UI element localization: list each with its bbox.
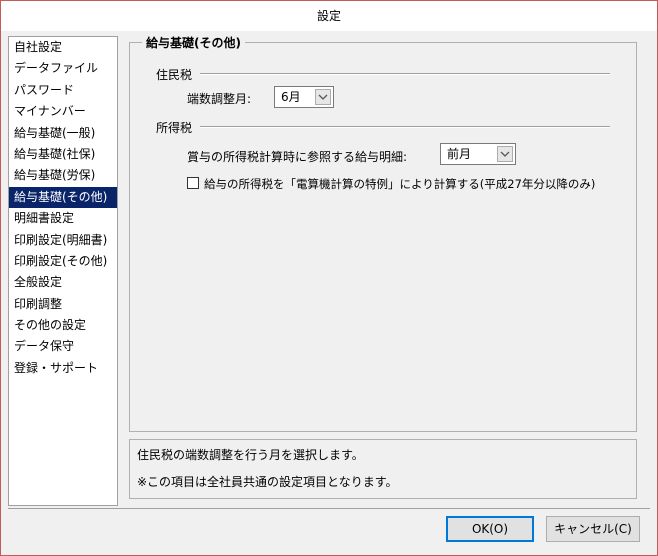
sidebar-item[interactable]: 給与基礎(社保) <box>9 144 117 165</box>
description-panel: 住民税の端数調整を行う月を選択します。 ※この項目は全社員共通の設定項目となりま… <box>129 439 637 499</box>
sidebar-item[interactable]: 全般設定 <box>9 272 117 293</box>
settings-sidebar[interactable]: 自社設定 データファイル パスワード マイナンバー 給与基礎(一般) 給与基礎(社保) 給与… <box>8 36 118 506</box>
sidebar-item[interactable]: 明細書設定 <box>9 208 117 229</box>
sidebar-item[interactable]: データファイル <box>9 58 117 79</box>
sidebar-item[interactable]: パスワード <box>9 80 117 101</box>
chevron-down-icon[interactable] <box>315 89 331 105</box>
bonus-reference-value: 前月 <box>447 147 472 161</box>
special-calc-label[interactable]: 給与の所得税を「電算機計算の特例」により計算する(平成27年分以降のみ) <box>204 176 595 192</box>
resident-tax-divider <box>200 73 610 75</box>
bonus-reference-select[interactable]: 前月 <box>440 143 516 165</box>
sidebar-item[interactable]: 自社設定 <box>9 37 117 58</box>
sidebar-item[interactable]: マイナンバー <box>9 101 117 122</box>
income-tax-section-label: 所得税 <box>156 119 197 136</box>
rounding-month-label: 端数調整月: <box>187 92 252 106</box>
income-tax-divider <box>200 126 610 128</box>
sidebar-item[interactable]: その他の設定 <box>9 315 117 336</box>
cancel-button[interactable]: キャンセル(C) <box>546 516 640 542</box>
description-line-1: 住民税の端数調整を行う月を選択します。 <box>137 448 364 462</box>
sidebar-item[interactable]: 印刷設定(その他) <box>9 251 117 272</box>
sidebar-item[interactable]: データ保守 <box>9 336 117 357</box>
special-calc-checkbox[interactable] <box>187 177 199 189</box>
rounding-month-select[interactable]: 6月 <box>274 86 334 108</box>
sidebar-item[interactable]: 給与基礎(その他) <box>9 186 117 209</box>
description-line-2: ※この項目は全社員共通の設定項目となります。 <box>137 475 398 489</box>
footer-divider <box>8 508 650 509</box>
resident-tax-section-label: 住民税 <box>156 66 197 83</box>
ok-button[interactable]: OK(O) <box>446 516 534 542</box>
chevron-down-icon[interactable] <box>497 146 513 162</box>
sidebar-item[interactable]: 給与基礎(労保) <box>9 165 117 186</box>
sidebar-item[interactable]: 印刷調整 <box>9 294 117 315</box>
group-title: 給与基礎(その他) <box>142 34 245 51</box>
sidebar-item[interactable]: 登録・サポート <box>9 358 117 379</box>
window-title: 設定 <box>1 1 657 31</box>
sidebar-item[interactable]: 給与基礎(一般) <box>9 123 117 144</box>
bonus-reference-label: 賞与の所得税計算時に参照する給与明細: <box>187 150 408 164</box>
rounding-month-value: 6月 <box>281 90 301 104</box>
sidebar-item[interactable]: 印刷設定(明細書) <box>9 230 117 251</box>
